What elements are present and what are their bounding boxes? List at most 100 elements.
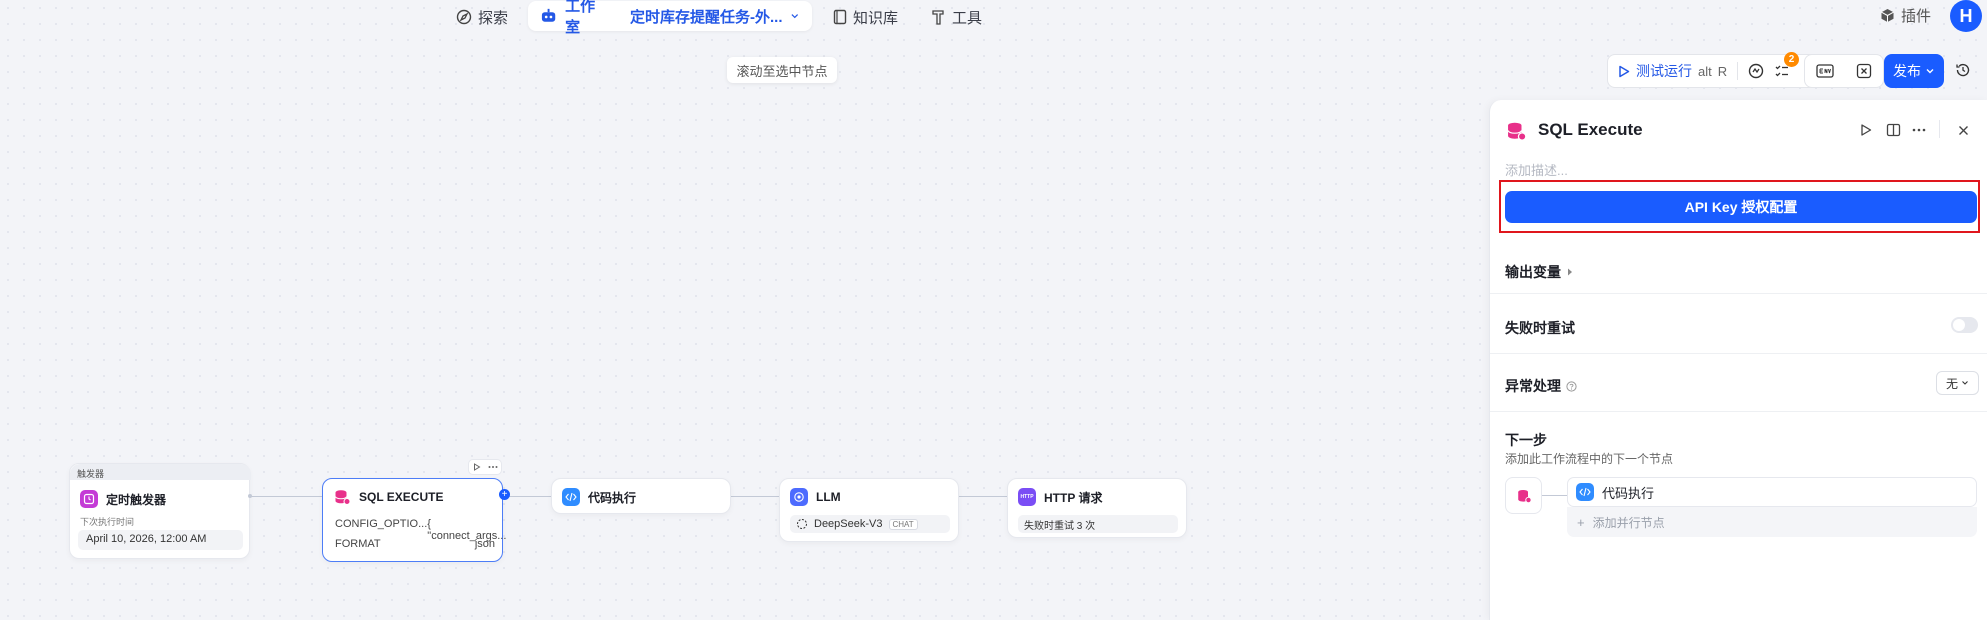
chevron-down-icon — [1926, 69, 1934, 74]
llm-model-tag: CHAT — [888, 518, 918, 530]
panel-sql-icon — [1505, 120, 1527, 142]
sql-execute-node[interactable]: SQL EXECUTE CONFIG_OPTIO... { "connect_a… — [322, 478, 510, 562]
shortcut-key: R — [1717, 63, 1728, 79]
edge-code-llm — [731, 496, 779, 497]
exception-label: 异常处理 — [1505, 378, 1561, 394]
add-node-plus-icon[interactable]: + — [499, 489, 510, 500]
nav-explore-label: 探索 — [478, 9, 509, 27]
robot-icon — [541, 8, 556, 22]
edge-llm-http — [959, 496, 1007, 497]
more-icon[interactable] — [1912, 128, 1926, 132]
next-step-label: 下一步 — [1505, 432, 1547, 448]
http-retry-field: 失败时重试 3 次 — [1018, 515, 1178, 533]
publish-label: 发布 — [1893, 63, 1921, 79]
chevron-down-icon[interactable] — [790, 11, 800, 21]
next-step-sub: 添加此工作流程中的下一个节点 — [1505, 452, 1674, 466]
tracing-icon[interactable] — [1748, 63, 1764, 79]
add-parallel-node-button[interactable]: + 添加并行节点 — [1567, 507, 1977, 537]
node-config-panel: SQL Execute 添加描述... API Key 授权配置 输出变量 失败… — [1489, 100, 1987, 620]
trigger-output-port[interactable] — [248, 494, 252, 498]
deepseek-icon — [797, 519, 807, 529]
exception-select-value: 无 — [1945, 376, 1958, 391]
description-input[interactable]: 添加描述... — [1505, 160, 1568, 179]
panel-header-divider — [1939, 120, 1940, 138]
help-circle-icon[interactable] — [1566, 380, 1577, 392]
caret-right-icon — [1568, 268, 1572, 276]
history-icon — [1956, 63, 1970, 77]
canvas-toolbar-secondary — [1804, 54, 1884, 88]
compass-icon — [456, 9, 472, 25]
llm-node-header: LLM — [780, 479, 958, 506]
test-run-button[interactable]: 测试运行 alt R — [1618, 61, 1727, 81]
http-node-title: HTTP 请求 — [1044, 490, 1103, 505]
publish-button[interactable]: 发布 — [1884, 54, 1944, 88]
sql-row-format-key: FORMAT — [335, 538, 381, 550]
output-vars-label: 输出变量 — [1505, 264, 1561, 280]
next-step-node-title: 代码执行 — [1602, 485, 1655, 501]
more-icon[interactable] — [488, 465, 498, 469]
next-step-connector — [1542, 495, 1567, 496]
exception-section: 异常处理 — [1505, 376, 1577, 396]
top-nav: 探索 工作室 定时库存提醒任务-外... 知识库 工具 插件 H — [0, 0, 1987, 36]
trigger-node-header: 定时触发器 — [80, 490, 166, 508]
scroll-to-node-button[interactable]: 滚动至选中节点 — [727, 57, 837, 83]
plus-icon: + — [1577, 514, 1585, 530]
split-view-icon[interactable] — [1886, 123, 1901, 137]
test-run-label: 测试运行 — [1636, 63, 1692, 79]
nav-tools[interactable]: 工具 — [931, 4, 982, 30]
panel-title: SQL Execute — [1538, 120, 1643, 139]
sql-row-format-val: json — [474, 538, 495, 550]
trigger-node-title: 定时触发器 — [106, 492, 167, 507]
database-icon — [333, 488, 351, 506]
nav-studio-label: 工作室 — [565, 0, 596, 36]
close-icon[interactable] — [1958, 125, 1969, 136]
play-icon[interactable] — [473, 463, 481, 471]
history-button[interactable] — [1955, 62, 1971, 78]
trigger-group-label: 触发器 — [70, 464, 251, 480]
sql-node-mini-toolbar — [468, 459, 502, 475]
output-vars-section[interactable]: 输出变量 — [1505, 262, 1573, 282]
http-icon: HTTP — [1018, 488, 1036, 506]
play-icon[interactable] — [1859, 123, 1873, 137]
clock-icon — [80, 490, 98, 508]
nav-knowledge[interactable]: 知识库 — [833, 4, 898, 30]
chevron-down-icon — [1962, 381, 1968, 385]
exception-select[interactable]: 无 — [1936, 371, 1979, 395]
database-icon — [1517, 489, 1532, 503]
nav-explore[interactable]: 探索 — [456, 4, 508, 30]
nav-plugins-label: 插件 — [1901, 8, 1932, 25]
play-icon — [1619, 65, 1630, 77]
llm-model-field: DeepSeek-V3 CHAT — [790, 515, 950, 533]
edge-sql-code — [503, 496, 551, 497]
code-node-title: 代码执行 — [588, 490, 637, 505]
studio-pill[interactable]: 工作室 定时库存提醒任务-外... — [528, 0, 812, 36]
cube-icon — [1881, 9, 1894, 22]
nav-knowledge-label: 知识库 — [853, 9, 899, 27]
variable-icon[interactable] — [1856, 63, 1872, 79]
panel-divider — [1490, 293, 1987, 294]
workflow-name[interactable]: 定时库存提醒任务-外... — [630, 6, 783, 27]
nav-plugins[interactable]: 插件 — [1880, 5, 1931, 26]
retry-on-fail-label: 失败时重试 — [1505, 320, 1575, 336]
retry-on-fail-toggle[interactable] — [1951, 317, 1978, 333]
trigger-next-value: April 10, 2026, 12:00 AM — [78, 530, 243, 550]
http-request-node[interactable]: HTTP HTTP 请求 失败时重试 3 次 — [1007, 478, 1187, 538]
llm-model-name: DeepSeek-V3 — [814, 518, 883, 530]
panel-divider — [1490, 411, 1987, 412]
llm-icon — [790, 488, 808, 506]
http-node-header: HTTP HTTP 请求 — [1008, 479, 1186, 506]
api-key-config-button[interactable]: API Key 授权配置 — [1505, 191, 1977, 223]
env-icon[interactable] — [1816, 63, 1834, 79]
trigger-node[interactable]: 触发器 定时触发器 下次执行时间 April 10, 2026, 12:00 A… — [69, 463, 252, 559]
sql-node-header: SQL EXECUTE — [323, 479, 502, 506]
issues-badge: 2 — [1784, 52, 1799, 67]
trigger-next-label: 下次执行时间 — [80, 517, 135, 527]
llm-node[interactable]: LLM DeepSeek-V3 CHAT — [779, 478, 959, 542]
user-avatar[interactable]: H — [1950, 0, 1982, 32]
sql-row-format: FORMAT json — [335, 538, 495, 550]
code-icon — [1576, 483, 1594, 501]
sql-node-title: SQL EXECUTE — [359, 490, 444, 504]
next-step-node-card[interactable]: 代码执行 — [1567, 477, 1977, 507]
nav-tools-label: 工具 — [952, 9, 983, 27]
code-exec-node[interactable]: 代码执行 — [551, 478, 731, 514]
